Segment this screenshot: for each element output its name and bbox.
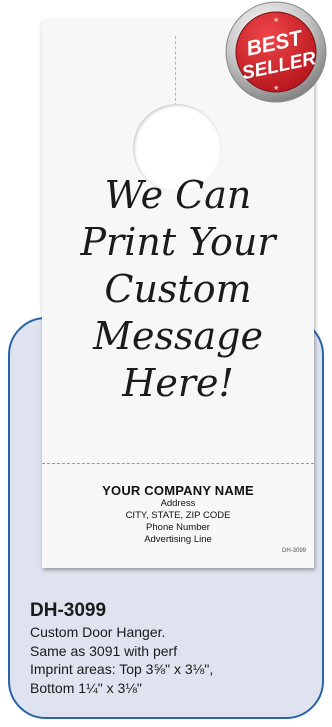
product-description-line: Custom Door Hanger. (30, 624, 166, 640)
message-line: We Can (104, 173, 252, 217)
product-description-line: Same as 3091 with perf (30, 642, 178, 659)
product-description-line: Imprint areas: Top 3⅝" x 3⅛", (30, 661, 214, 677)
perforation-line (42, 463, 314, 464)
hanger-slit (175, 36, 176, 106)
best-seller-badge: ★ ★ BEST SELLER (225, 1, 327, 103)
hanger-product-code: DH-3099 (281, 548, 306, 554)
company-imprint: YOUR COMPANY NAME Address CITY, STATE, Z… (42, 483, 314, 546)
company-name: YOUR COMPANY NAME (102, 483, 254, 498)
company-phone: Phone Number (146, 522, 210, 533)
message-line: Custom (104, 267, 252, 311)
message-line: Here! (122, 361, 234, 405)
message-line: Print Your (80, 220, 276, 264)
svg-text:★: ★ (273, 84, 279, 92)
product-description-line: Bottom 1¼" x 3⅛" (30, 679, 142, 696)
company-address: Address (160, 498, 196, 509)
product-details: DH-3099 Custom Door Hanger. Same as 3091… (30, 599, 213, 697)
product-sku: DH-3099 (30, 600, 107, 621)
company-city-state-zip: CITY, STATE, ZIP CODE (125, 510, 231, 521)
svg-text:★: ★ (273, 16, 279, 24)
custom-message: We Can Print Your Custom Message Here! (42, 172, 314, 407)
message-line: Message (93, 314, 263, 358)
company-advertising: Advertising Line (144, 534, 212, 545)
